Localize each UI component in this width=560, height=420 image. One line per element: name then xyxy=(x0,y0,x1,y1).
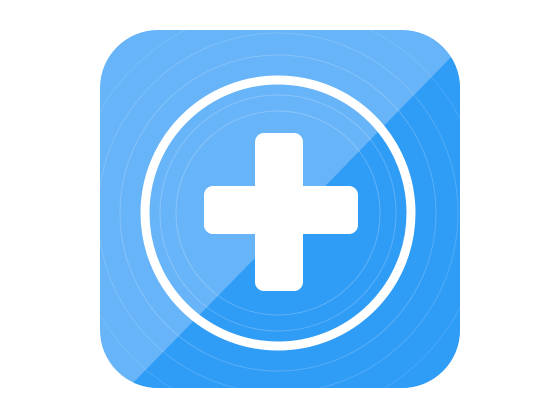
plus-app-icon[interactable] xyxy=(100,30,460,388)
canvas xyxy=(0,0,560,420)
app-icon-graphic xyxy=(100,30,460,388)
